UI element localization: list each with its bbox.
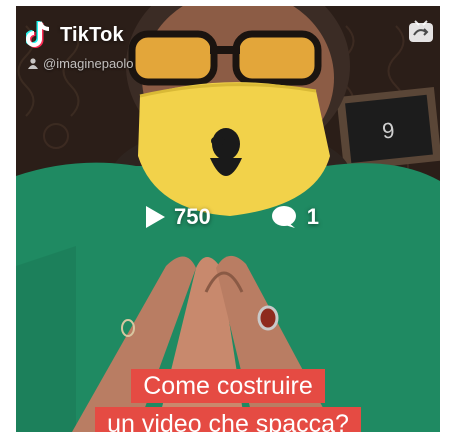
video-stats: 750 1 <box>144 204 319 230</box>
tiktok-logo-icon <box>26 21 50 48</box>
user-icon <box>28 58 38 69</box>
views-count: 750 <box>174 204 211 229</box>
play-icon <box>146 206 165 228</box>
views-stat[interactable]: 750 <box>144 204 211 230</box>
brand-name: TikTok <box>60 23 124 46</box>
tiktok-brand[interactable]: TikTok <box>26 20 124 50</box>
comments-count: 1 <box>306 204 319 229</box>
author-handle[interactable]: @imaginepaolo <box>28 56 134 71</box>
video-caption: Come costruire un video che spacca? <box>16 369 440 432</box>
caption-line-1: Come costruire <box>131 369 325 403</box>
caption-line-2: un video che spacca? <box>95 407 361 432</box>
embed-icon[interactable] <box>408 19 434 45</box>
handle-text: @imaginepaolo <box>43 56 134 71</box>
svg-text:9: 9 <box>381 117 396 143</box>
comment-icon <box>271 206 296 228</box>
comments-stat[interactable]: 1 <box>271 204 319 230</box>
tiktok-video-card[interactable]: 9 TikTok @imaginepaolo 750 1 Come costru… <box>16 6 440 432</box>
